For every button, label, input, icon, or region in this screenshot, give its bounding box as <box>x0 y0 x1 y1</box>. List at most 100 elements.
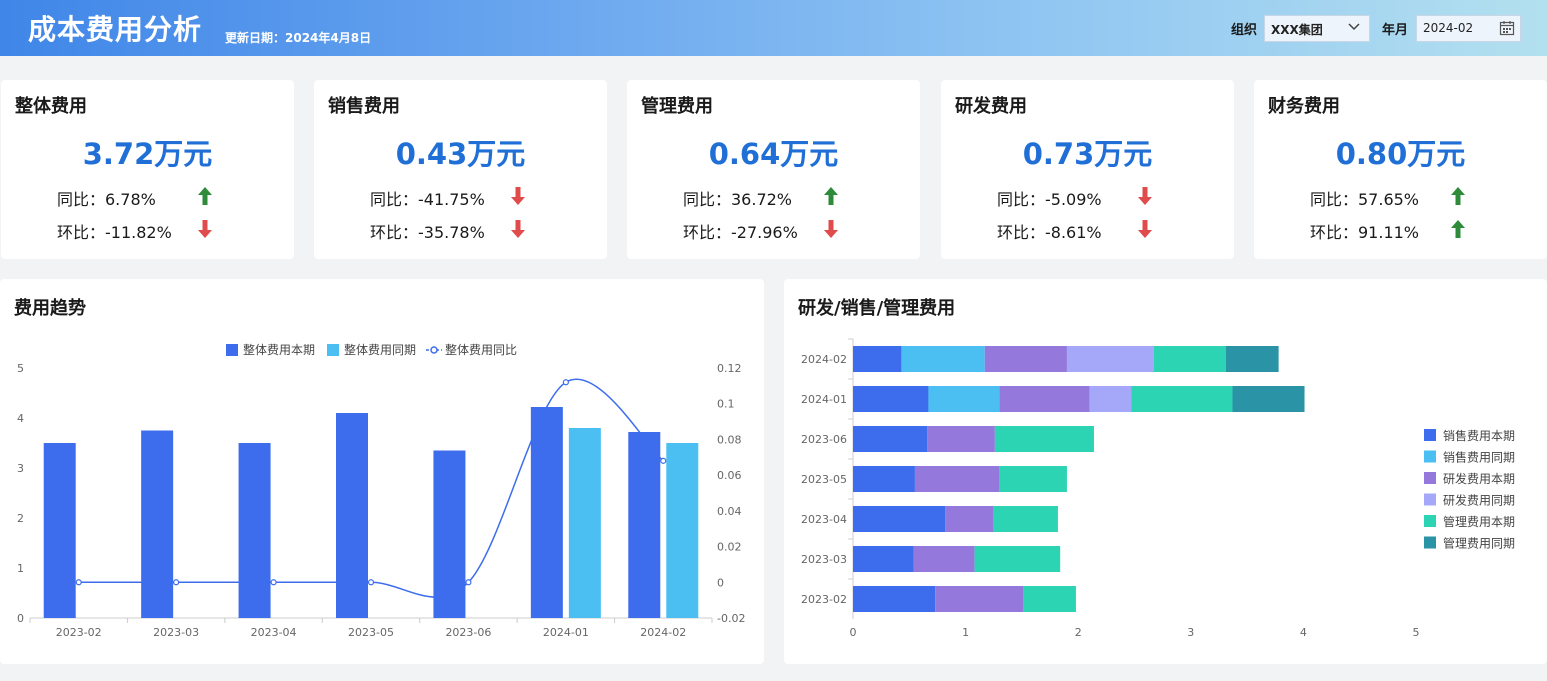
arrow-down-icon <box>511 187 525 205</box>
bar-segment <box>994 426 1094 452</box>
x-tick-label: 2024-02 <box>640 626 686 639</box>
arrow-up-icon <box>1451 187 1465 205</box>
arrow-down-icon <box>1138 187 1152 205</box>
bar <box>141 430 174 618</box>
bar <box>666 443 699 618</box>
y2-tick-label: 0 <box>717 576 724 589</box>
legend-swatch <box>1424 536 1436 549</box>
kpi-value: 0.80万元 <box>1335 137 1466 171</box>
kpi-card-sales: 销售费用 0.43万元 同比：-41.75% 环比：-35.78% <box>314 80 607 259</box>
month-picker[interactable]: 2024-02 <box>1416 15 1521 42</box>
y-tick-label: 4 <box>17 412 24 425</box>
org-select[interactable]: XXX集团 <box>1264 15 1370 42</box>
bar-segment <box>853 546 914 572</box>
legend-label: 管理费用同期 <box>1443 536 1515 551</box>
legend-label: 研发费用本期 <box>1443 471 1515 486</box>
calendar-icon[interactable] <box>1499 20 1515 36</box>
bar-segment <box>928 386 1000 412</box>
x-tick-label: 2023-04 <box>251 626 297 639</box>
stacked-chart: 2024-02 2024-01 2023-06 2023-05 2023-04 2023-… <box>801 338 1515 639</box>
y-tick-label: 2 <box>17 512 24 525</box>
x-tick-label: 5 <box>1413 626 1420 639</box>
line-point <box>270 579 277 586</box>
y-tick-label: 2023-06 <box>801 433 847 446</box>
y2-tick-label: 0.12 <box>717 362 742 375</box>
y-tick-label: 3 <box>17 462 24 475</box>
bar-segment <box>1232 386 1305 412</box>
legend-swatch <box>1424 429 1436 441</box>
bar-segment <box>853 426 928 452</box>
legend-label: 管理费用本期 <box>1443 514 1515 529</box>
legend-swatch <box>226 344 238 356</box>
kpi-mom: 环比：-8.61% <box>997 223 1102 242</box>
bar-segment <box>999 466 1067 492</box>
bar <box>433 450 466 618</box>
kpi-card-rnd: 研发费用 0.73万元 同比：-5.09% 环比：-8.61% <box>941 80 1234 259</box>
y-tick-label: 2023-04 <box>801 513 847 526</box>
bar-segment <box>927 426 995 452</box>
kpi-yoy: 同比：57.65% <box>1310 190 1420 209</box>
bar <box>628 432 661 618</box>
kpi-card-admin: 管理费用 0.64万元 同比：36.72% 环比：-27.96% <box>627 80 920 259</box>
bar <box>336 413 368 618</box>
kpi-mom: 环比：-11.82% <box>57 223 172 242</box>
bar-segment <box>935 586 1024 612</box>
y2-tick-label: 0.08 <box>717 433 742 446</box>
bar-segment <box>984 346 1067 372</box>
x-tick-label: 3 <box>1187 626 1194 639</box>
bar-segment <box>853 466 915 492</box>
y-tick-label: 2023-05 <box>801 473 847 486</box>
y-tick-label: 2024-02 <box>801 353 847 366</box>
kpi-mom: 环比：-27.96% <box>683 223 798 242</box>
kpi-card-finance: 财务费用 0.80万元 同比：57.65% 环比：91.11% <box>1254 80 1547 259</box>
y2-tick-label: 0.1 <box>717 398 735 411</box>
legend-swatch <box>327 344 339 356</box>
bar-segment <box>853 386 929 412</box>
chevron-down-icon <box>1347 19 1361 36</box>
bar-segment <box>1023 586 1076 612</box>
bar-segment <box>1089 386 1132 412</box>
y2-tick-label: 0.06 <box>717 469 742 482</box>
stack-legend: 销售费用本期销售费用同期研发费用本期研发费用同期管理费用本期管理费用同期 <box>1424 428 1515 551</box>
org-select-value: XXX集团 <box>1271 23 1323 37</box>
bar-segment <box>914 466 1000 492</box>
bar <box>530 407 563 618</box>
legend-label: 销售费用同期 <box>1443 450 1515 465</box>
legend-swatch <box>1424 450 1436 463</box>
x-tick-label: 2023-02 <box>56 626 102 639</box>
x-tick-label: 0 <box>850 626 857 639</box>
bar-segment <box>1225 346 1279 372</box>
arrow-down-icon <box>1138 220 1152 238</box>
x-tick-label: 1 <box>962 626 969 639</box>
bar-segment <box>853 346 902 372</box>
bar-segment <box>853 586 936 612</box>
x-tick-label: 2024-01 <box>543 626 589 639</box>
kpi-card-total: 整体费用 3.72万元 同比：6.78% 环比：-11.82% <box>1 80 294 259</box>
legend-label: 销售费用本期 <box>1443 428 1515 443</box>
line-point <box>465 579 472 586</box>
x-tick-label: 2023-05 <box>348 626 394 639</box>
line-point <box>173 579 180 586</box>
line-point <box>562 379 569 386</box>
month-picker-value: 2024-02 <box>1423 21 1474 35</box>
page-title: 成本费用分析 <box>28 13 203 46</box>
bar-segment <box>1066 346 1154 372</box>
arrow-down-icon <box>511 220 525 238</box>
legend-label: 研发费用同期 <box>1443 493 1515 508</box>
month-label: 年月 <box>1382 23 1409 38</box>
kpi-value: 0.73万元 <box>1022 137 1153 171</box>
legend-swatch <box>1424 472 1436 484</box>
kpi-yoy: 同比：6.78% <box>57 190 156 209</box>
kpi-yoy: 同比：36.72% <box>683 190 793 209</box>
y2-tick-label: 0.04 <box>717 505 742 518</box>
y-tick-label: 0 <box>17 612 24 625</box>
bar-segment <box>945 506 994 532</box>
bar <box>43 443 76 618</box>
kpi-title: 销售费用 <box>328 96 400 117</box>
x-tick-label: 2 <box>1075 626 1082 639</box>
x-tick-label: 2023-03 <box>153 626 199 639</box>
header-bar: 成本费用分析 更新日期：2024年4月8日 组织 XXX集团 年月 2024-0… <box>0 0 1547 56</box>
arrow-up-icon <box>198 187 212 205</box>
bar-segment <box>974 546 1061 572</box>
line-point <box>367 579 375 586</box>
